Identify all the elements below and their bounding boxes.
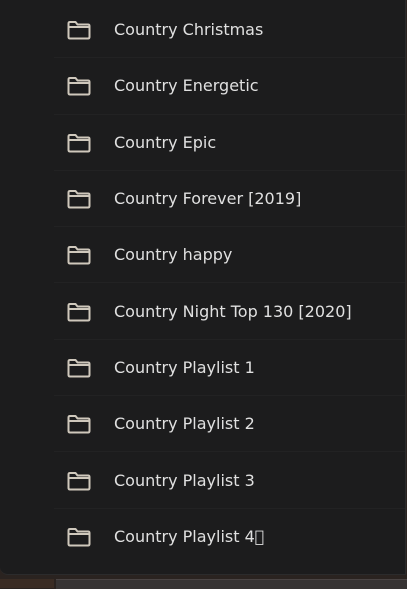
folder-item[interactable]: Country Night Top 130 [2020] [0,283,405,341]
folder-icon [67,189,91,209]
folder-label: Country happy [114,245,233,265]
folder-icon [67,133,91,153]
folder-item[interactable]: Country Playlist 4⃣ [0,509,405,565]
folder-item[interactable]: Country Forever [2019] [0,171,405,228]
folder-label: Country Forever [2019] [114,189,302,209]
window-bottom-left [0,579,54,588]
folder-label: Country Playlist 1 [114,358,255,378]
folder-icon [67,76,91,96]
folder-icon [67,527,91,547]
folder-icon [67,471,91,491]
folder-icon [67,20,91,40]
folder-item[interactable]: Country Playlist 3 [0,452,405,509]
folder-item[interactable]: Country happy [0,227,405,284]
folder-item[interactable]: Country Playlist 1 [0,340,405,397]
folder-label: Country Night Top 130 [2020] [114,301,352,321]
folder-label: Country Playlist 4⃣ [114,526,265,546]
folder-label: Country Epic [114,132,217,152]
folder-label: Country Christmas [114,20,264,40]
folder-label: Country Playlist 3 [114,470,255,490]
folder-list: Country Christmas Country Energetic Coun… [0,2,405,565]
folder-item[interactable]: Country Epic [0,115,405,172]
folder-label: Country Playlist 2 [114,414,255,434]
folder-item[interactable]: Country Christmas [0,2,405,59]
folder-item[interactable]: Country Energetic [0,58,405,115]
folder-icon [67,245,91,265]
folder-icon [67,414,91,434]
folder-label: Country Energetic [114,76,259,96]
folder-icon [67,302,91,322]
folder-item[interactable]: Country Playlist 2 [0,396,405,453]
folder-icon [67,358,91,378]
folder-list-panel: Country Christmas Country Energetic Coun… [0,0,406,575]
